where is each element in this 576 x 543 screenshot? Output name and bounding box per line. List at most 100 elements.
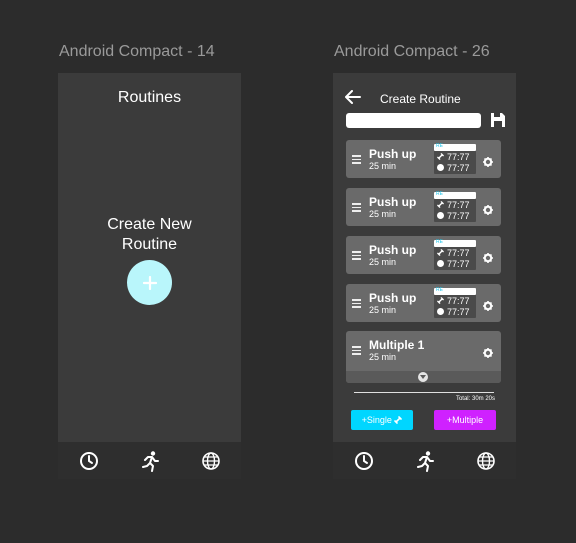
chevron-down-icon [418, 372, 428, 382]
exercise-duration: 25 min [369, 305, 397, 315]
rest-value: 77:77 [447, 210, 470, 221]
dumbbell-icon [437, 153, 444, 160]
gear-icon [483, 157, 493, 167]
drag-handle-icon[interactable] [352, 299, 361, 310]
frame-label-26: Android Compact - 26 [334, 43, 490, 60]
exercise-card[interactable]: Push up 25 min RE 77:77 77:77 [346, 284, 501, 322]
drag-handle-icon[interactable] [352, 346, 361, 357]
reps-value: 77:77 [447, 295, 470, 306]
exercise-name: Push up [369, 147, 417, 161]
nav-history[interactable] [351, 448, 377, 474]
exercise-duration: 25 min [369, 209, 397, 219]
gear-icon [483, 348, 493, 358]
back-button[interactable] [345, 90, 361, 109]
exercise-stats: RE 77:77 77:77 [434, 143, 476, 174]
stat-header: RE [434, 239, 476, 247]
gear-icon [483, 205, 493, 215]
timer-icon [437, 164, 444, 171]
nav-explore[interactable] [473, 448, 499, 474]
clock-icon [354, 451, 373, 470]
reps-value: 77:77 [447, 199, 470, 210]
bottom-nav [58, 442, 241, 479]
nav-explore[interactable] [198, 448, 224, 474]
reps-value: 77:77 [447, 247, 470, 258]
rest-row: 77:77 [434, 306, 476, 317]
create-new-routine-label: Create New Routine [58, 215, 241, 255]
gear-icon [483, 253, 493, 263]
add-single-label: +Single [361, 415, 392, 425]
multiple-card[interactable]: Multiple 1 25 min [346, 331, 501, 383]
exercise-stats: RE 77:77 77:77 [434, 287, 476, 318]
stat-header-text: RE [436, 287, 443, 293]
settings-button[interactable] [483, 202, 493, 220]
drag-handle-icon[interactable] [352, 251, 361, 262]
stat-header-text: RE [436, 191, 443, 197]
stat-header: RE [434, 191, 476, 199]
page-title: Routines [117, 89, 182, 106]
expand-bar[interactable] [346, 371, 501, 383]
dumbbell-icon [437, 297, 444, 304]
exercise-card[interactable]: Push up 25 min RE 77:77 77:77 [346, 188, 501, 226]
drag-handle-icon[interactable] [352, 203, 361, 214]
timer-icon [437, 308, 444, 315]
divider [354, 392, 494, 393]
drag-handle-icon[interactable] [352, 155, 361, 166]
create-routine-button[interactable] [127, 260, 172, 305]
exercise-stats: RE 77:77 77:77 [434, 239, 476, 270]
routine-name-input[interactable] [346, 113, 481, 128]
rest-value: 77:77 [447, 306, 470, 317]
create-line-2: Routine [121, 236, 178, 253]
exercise-card[interactable]: Push up 25 min RE 77:77 77:77 [346, 140, 501, 178]
reps-row: 77:77 [434, 151, 476, 162]
create-line-1: Create New [107, 216, 192, 233]
create-routine-screen: Create Routine Push up 25 min RE 77:77 77:77… [333, 73, 516, 479]
reps-row: 77:77 [434, 295, 476, 306]
rest-row: 77:77 [434, 210, 476, 221]
timer-icon [437, 260, 444, 267]
plus-icon [142, 275, 157, 290]
exercise-duration: 25 min [369, 257, 397, 267]
add-single-button[interactable]: +Single [351, 410, 413, 430]
reps-value: 77:77 [447, 151, 470, 162]
save-icon [491, 113, 505, 127]
dumbbell-icon [437, 249, 444, 256]
clock-icon [79, 451, 98, 470]
save-button[interactable] [490, 112, 506, 133]
reps-row: 77:77 [434, 247, 476, 258]
settings-button[interactable] [483, 154, 493, 172]
running-icon [416, 450, 434, 472]
rest-value: 77:77 [447, 258, 470, 269]
arrow-left-icon [345, 90, 361, 104]
settings-button[interactable] [483, 345, 493, 363]
stat-header: RE [434, 287, 476, 295]
reps-row: 77:77 [434, 199, 476, 210]
globe-icon [476, 451, 495, 470]
exercise-name: Push up [369, 291, 417, 305]
rest-row: 77:77 [434, 162, 476, 173]
exercise-name: Push up [369, 243, 417, 257]
settings-button[interactable] [483, 250, 493, 268]
running-icon [141, 450, 159, 472]
settings-button[interactable] [483, 298, 493, 316]
page-title: Create Routine [380, 92, 461, 106]
multiple-duration: 25 min [369, 352, 397, 362]
add-multiple-button[interactable]: +Multiple [434, 410, 496, 430]
nav-workout[interactable] [412, 448, 438, 474]
frame-label-14: Android Compact - 14 [59, 43, 215, 60]
dumbbell-icon [437, 201, 444, 208]
stat-header-text: RE [436, 239, 443, 245]
stat-header-text: RE [436, 143, 443, 149]
exercise-stats: RE 77:77 77:77 [434, 191, 476, 222]
nav-workout[interactable] [137, 448, 163, 474]
dumbbell-icon [394, 416, 403, 424]
routines-screen: Routines Create New Routine [58, 73, 241, 479]
timer-icon [437, 212, 444, 219]
gear-icon [483, 301, 493, 311]
stat-header: RE [434, 143, 476, 151]
bottom-nav [333, 442, 516, 479]
globe-icon [201, 451, 220, 470]
exercise-card[interactable]: Push up 25 min RE 77:77 77:77 [346, 236, 501, 274]
exercise-name: Push up [369, 195, 417, 209]
nav-history[interactable] [76, 448, 102, 474]
rest-row: 77:77 [434, 258, 476, 269]
